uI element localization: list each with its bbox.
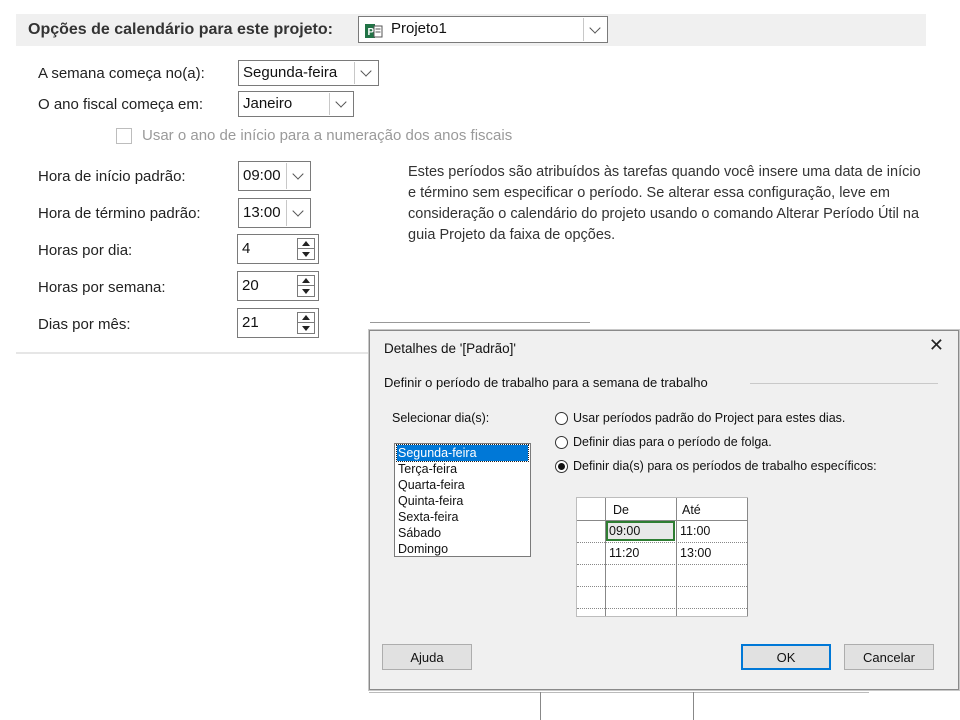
default-end-combo[interactable]: 13:00 <box>238 198 311 228</box>
hours-per-day-label: Horas por dia: <box>38 242 133 259</box>
radio-default-periods[interactable] <box>555 412 568 425</box>
radio-nonworking-label: Definir dias para o período de folga. <box>573 435 772 449</box>
grid-line <box>747 498 748 616</box>
group-title: Definir o período de trabalho para a sem… <box>384 375 708 390</box>
chevron-down-icon <box>292 168 304 180</box>
chevron-down-icon <box>589 21 601 34</box>
arrow-up-icon <box>302 241 310 246</box>
radio-specific-periods-label: Definir dia(s) para os períodos de traba… <box>573 459 877 473</box>
background-grid-line <box>693 692 694 720</box>
hours-per-week-spinner[interactable]: 20 <box>237 271 319 301</box>
radio-specific-periods[interactable] <box>555 460 568 473</box>
group-divider <box>750 383 938 384</box>
svg-text:P: P <box>368 27 375 38</box>
fiscal-year-value: Janeiro <box>243 95 293 112</box>
grid-cell[interactable]: 13:00 <box>680 546 711 560</box>
days-per-month-value: 21 <box>242 314 259 331</box>
arrow-down-icon <box>302 289 310 294</box>
hours-per-day-value: 4 <box>242 240 251 257</box>
working-periods-grid[interactable]: De Até 09:00 11:00 11:20 13:00 <box>576 497 748 617</box>
day-item[interactable]: Segunda-feira <box>396 444 529 462</box>
project-combo-value: Projeto1 <box>391 20 447 37</box>
fiscal-year-checkbox[interactable] <box>116 128 132 144</box>
week-starts-value: Segunda-feira <box>243 64 338 81</box>
grid-cell[interactable]: 11:00 <box>680 524 710 538</box>
grid-line <box>577 564 747 565</box>
days-per-month-spinner[interactable]: 21 <box>237 308 319 338</box>
background-grid-line <box>369 692 869 693</box>
grid-cell[interactable]: 11:20 <box>609 546 639 560</box>
hours-per-week-label: Horas por semana: <box>38 279 166 296</box>
spin-down-button[interactable] <box>297 248 315 260</box>
hours-per-week-value: 20 <box>242 277 259 294</box>
ok-button[interactable]: OK <box>741 644 831 670</box>
radio-nonworking[interactable] <box>555 436 568 449</box>
default-start-label: Hora de início padrão: <box>38 168 186 185</box>
day-item[interactable]: Terça-feira <box>397 461 528 477</box>
default-end-label: Hora de término padrão: <box>38 205 201 222</box>
hours-per-day-spinner[interactable]: 4 <box>237 234 319 264</box>
default-end-dropdown[interactable] <box>286 200 309 226</box>
day-item[interactable]: Quarta-feira <box>397 477 528 493</box>
week-starts-dropdown[interactable] <box>354 62 377 84</box>
chevron-down-icon <box>292 205 304 217</box>
arrow-down-icon <box>302 252 310 257</box>
grid-line <box>605 498 606 616</box>
grid-line <box>577 608 747 609</box>
chevron-down-icon <box>360 65 372 77</box>
arrow-up-icon <box>302 315 310 320</box>
week-starts-combo[interactable]: Segunda-feira <box>238 60 379 86</box>
grid-header-from: De <box>613 503 629 517</box>
project-file-icon: P <box>365 24 383 38</box>
day-item[interactable]: Quinta-feira <box>397 493 528 509</box>
help-button[interactable]: Ajuda <box>382 644 472 670</box>
calendar-options-title: Opções de calendário para este projeto: <box>28 21 333 38</box>
grid-line <box>577 586 747 587</box>
grid-line <box>676 498 677 616</box>
spin-down-button[interactable] <box>297 322 315 334</box>
calendar-info-text: Estes períodos são atribuídos às tarefas… <box>408 164 921 243</box>
day-item[interactable]: Domingo <box>397 541 528 557</box>
default-end-value: 13:00 <box>243 204 281 221</box>
radio-default-periods-label: Usar períodos padrão do Project para est… <box>573 411 846 425</box>
cancel-button[interactable]: Cancelar <box>844 644 934 670</box>
project-combo[interactable]: P Projeto1 <box>358 16 608 43</box>
fiscal-year-dropdown[interactable] <box>329 93 352 115</box>
default-start-value: 09:00 <box>243 167 281 184</box>
arrow-up-icon <box>302 278 310 283</box>
day-item[interactable]: Sábado <box>397 525 528 541</box>
days-listbox[interactable]: Segunda-feira Terça-feira Quarta-feira Q… <box>394 443 531 557</box>
fiscal-year-label: O ano fiscal começa em: <box>38 96 204 113</box>
days-per-month-label: Dias por mês: <box>38 316 131 333</box>
chevron-down-icon <box>335 96 347 108</box>
dialog-title: Detalhes de '[Padrão]' <box>384 341 516 356</box>
background-grid-line <box>540 692 541 720</box>
background-ruler <box>370 322 590 323</box>
project-combo-dropdown[interactable] <box>583 18 606 41</box>
select-days-label: Selecionar dia(s): <box>392 411 490 425</box>
grid-line <box>577 542 747 543</box>
fiscal-year-combo[interactable]: Janeiro <box>238 91 354 117</box>
default-start-combo[interactable]: 09:00 <box>238 161 311 191</box>
close-icon[interactable]: ✕ <box>929 335 944 356</box>
working-time-details-dialog: Detalhes de '[Padrão]' ✕ Definir o perío… <box>369 330 959 690</box>
radio-selected-dot <box>558 463 565 470</box>
arrow-down-icon <box>302 326 310 331</box>
spin-down-button[interactable] <box>297 285 315 297</box>
week-starts-label: A semana começa no(a): <box>38 65 205 82</box>
default-start-dropdown[interactable] <box>286 163 309 189</box>
section-divider <box>16 352 370 354</box>
fiscal-year-checkbox-label: Usar o ano de início para a numeração do… <box>142 127 513 144</box>
grid-cell[interactable]: 09:00 <box>609 524 640 538</box>
day-item[interactable]: Sexta-feira <box>397 509 528 525</box>
grid-header-to: Até <box>682 503 701 517</box>
